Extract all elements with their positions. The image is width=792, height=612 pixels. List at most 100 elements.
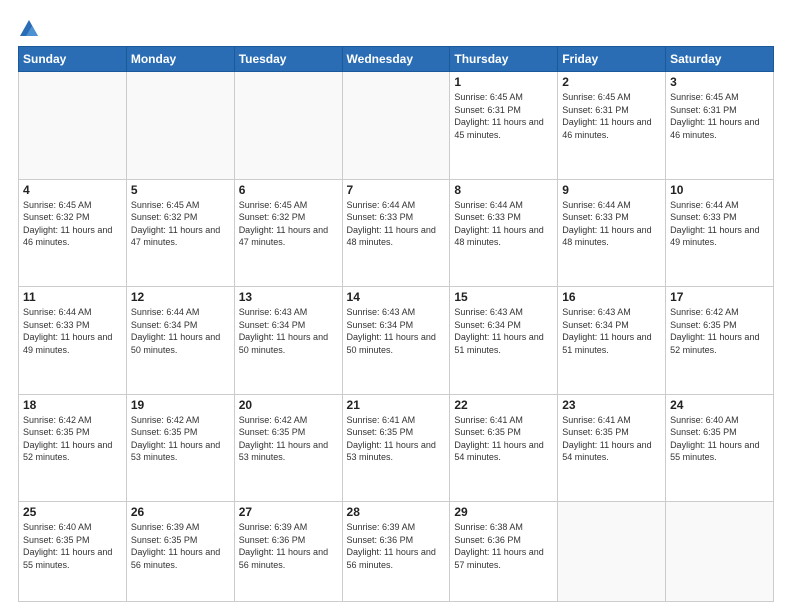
weekday-header-tuesday: Tuesday [234,47,342,72]
day-info: Sunrise: 6:41 AM Sunset: 6:35 PM Dayligh… [347,414,446,464]
day-info: Sunrise: 6:45 AM Sunset: 6:32 PM Dayligh… [23,199,122,249]
logo [18,16,44,40]
day-cell: 2 Sunrise: 6:45 AM Sunset: 6:31 PM Daylig… [558,72,666,180]
day-info: Sunrise: 6:45 AM Sunset: 6:31 PM Dayligh… [562,91,661,141]
day-number: 23 [562,398,661,412]
day-cell: 6 Sunrise: 6:45 AM Sunset: 6:32 PM Daylig… [234,179,342,287]
page: SundayMondayTuesdayWednesdayThursdayFrid… [0,0,792,612]
day-cell: 11 Sunrise: 6:44 AM Sunset: 6:33 PM Dayli… [19,287,127,395]
day-number: 20 [239,398,338,412]
logo-icon [18,18,40,40]
day-cell: 17 Sunrise: 6:42 AM Sunset: 6:35 PM Dayli… [666,287,774,395]
day-cell: 4 Sunrise: 6:45 AM Sunset: 6:32 PM Daylig… [19,179,127,287]
day-info: Sunrise: 6:43 AM Sunset: 6:34 PM Dayligh… [454,306,553,356]
day-number: 17 [670,290,769,304]
day-number: 4 [23,183,122,197]
day-cell: 10Sunrise: 6:44 AM Sunset: 6:33 PM Dayli… [666,179,774,287]
day-info: Sunrise: 6:40 AM Sunset: 6:35 PM Dayligh… [670,414,769,464]
day-info: Sunrise: 6:44 AM Sunset: 6:33 PM Dayligh… [562,199,661,249]
day-info: Sunrise: 6:44 AM Sunset: 6:33 PM Dayligh… [23,306,122,356]
day-cell: 29 Sunrise: 6:38 AM Sunset: 6:36 PM Dayli… [450,502,558,602]
day-info: Sunrise: 6:43 AM Sunset: 6:34 PM Dayligh… [562,306,661,356]
day-cell: 3 Sunrise: 6:45 AM Sunset: 6:31 PM Daylig… [666,72,774,180]
day-info: Sunrise: 6:44 AM Sunset: 6:33 PM Dayligh… [454,199,553,249]
day-number: 3 [670,75,769,89]
day-info: Sunrise: 6:45 AM Sunset: 6:31 PM Dayligh… [670,91,769,141]
day-info: Sunrise: 6:42 AM Sunset: 6:35 PM Dayligh… [131,414,230,464]
day-cell: 16 Sunrise: 6:43 AM Sunset: 6:34 PM Dayli… [558,287,666,395]
day-number: 9 [562,183,661,197]
day-info: Sunrise: 6:39 AM Sunset: 6:35 PM Dayligh… [131,521,230,571]
day-cell: 9 Sunrise: 6:44 AM Sunset: 6:33 PM Daylig… [558,179,666,287]
day-cell: 27 Sunrise: 6:39 AM Sunset: 6:36 PM Dayli… [234,502,342,602]
day-cell: 25Sunrise: 6:40 AM Sunset: 6:35 PM Dayli… [19,502,127,602]
week-row-4: 25Sunrise: 6:40 AM Sunset: 6:35 PM Dayli… [19,502,774,602]
day-cell: 22 Sunrise: 6:41 AM Sunset: 6:35 PM Dayli… [450,394,558,502]
day-info: Sunrise: 6:42 AM Sunset: 6:35 PM Dayligh… [670,306,769,356]
day-number: 6 [239,183,338,197]
day-cell: 24 Sunrise: 6:40 AM Sunset: 6:35 PM Dayli… [666,394,774,502]
weekday-header-thursday: Thursday [450,47,558,72]
day-number: 22 [454,398,553,412]
day-number: 15 [454,290,553,304]
day-number: 24 [670,398,769,412]
day-cell: 20 Sunrise: 6:42 AM Sunset: 6:35 PM Dayli… [234,394,342,502]
day-info: Sunrise: 6:42 AM Sunset: 6:35 PM Dayligh… [239,414,338,464]
day-number: 10 [670,183,769,197]
day-cell [19,72,127,180]
weekday-header-wednesday: Wednesday [342,47,450,72]
day-number: 26 [131,505,230,519]
day-info: Sunrise: 6:44 AM Sunset: 6:33 PM Dayligh… [347,199,446,249]
day-cell: 5 Sunrise: 6:45 AM Sunset: 6:32 PM Daylig… [126,179,234,287]
day-cell: 18Sunrise: 6:42 AM Sunset: 6:35 PM Dayli… [19,394,127,502]
day-info: Sunrise: 6:39 AM Sunset: 6:36 PM Dayligh… [239,521,338,571]
day-cell: 8 Sunrise: 6:44 AM Sunset: 6:33 PM Daylig… [450,179,558,287]
day-cell [342,72,450,180]
day-info: Sunrise: 6:42 AM Sunset: 6:35 PM Dayligh… [23,414,122,464]
day-cell: 28 Sunrise: 6:39 AM Sunset: 6:36 PM Dayli… [342,502,450,602]
day-cell: 1 Sunrise: 6:45 AM Sunset: 6:31 PM Daylig… [450,72,558,180]
day-number: 11 [23,290,122,304]
day-info: Sunrise: 6:45 AM Sunset: 6:32 PM Dayligh… [131,199,230,249]
weekday-header-friday: Friday [558,47,666,72]
day-info: Sunrise: 6:44 AM Sunset: 6:34 PM Dayligh… [131,306,230,356]
week-row-0: 1 Sunrise: 6:45 AM Sunset: 6:31 PM Daylig… [19,72,774,180]
day-cell: 13 Sunrise: 6:43 AM Sunset: 6:34 PM Dayli… [234,287,342,395]
day-info: Sunrise: 6:45 AM Sunset: 6:32 PM Dayligh… [239,199,338,249]
day-number: 13 [239,290,338,304]
day-cell: 14Sunrise: 6:43 AM Sunset: 6:34 PM Dayli… [342,287,450,395]
day-info: Sunrise: 6:45 AM Sunset: 6:31 PM Dayligh… [454,91,553,141]
day-cell [234,72,342,180]
weekday-header-monday: Monday [126,47,234,72]
day-number: 21 [347,398,446,412]
calendar-table: SundayMondayTuesdayWednesdayThursdayFrid… [18,46,774,602]
day-number: 28 [347,505,446,519]
day-cell: 23 Sunrise: 6:41 AM Sunset: 6:35 PM Dayli… [558,394,666,502]
day-cell: 19 Sunrise: 6:42 AM Sunset: 6:35 PM Dayli… [126,394,234,502]
day-info: Sunrise: 6:41 AM Sunset: 6:35 PM Dayligh… [454,414,553,464]
day-info: Sunrise: 6:38 AM Sunset: 6:36 PM Dayligh… [454,521,553,571]
header [18,16,774,40]
day-info: Sunrise: 6:43 AM Sunset: 6:34 PM Dayligh… [239,306,338,356]
day-cell [126,72,234,180]
day-cell: 15 Sunrise: 6:43 AM Sunset: 6:34 PM Dayli… [450,287,558,395]
day-number: 14 [347,290,446,304]
weekday-header-row: SundayMondayTuesdayWednesdayThursdayFrid… [19,47,774,72]
day-number: 5 [131,183,230,197]
week-row-2: 11 Sunrise: 6:44 AM Sunset: 6:33 PM Dayli… [19,287,774,395]
day-cell [666,502,774,602]
day-info: Sunrise: 6:41 AM Sunset: 6:35 PM Dayligh… [562,414,661,464]
day-number: 29 [454,505,553,519]
day-number: 16 [562,290,661,304]
day-number: 8 [454,183,553,197]
day-cell: 21 Sunrise: 6:41 AM Sunset: 6:35 PM Dayli… [342,394,450,502]
day-cell: 7Sunrise: 6:44 AM Sunset: 6:33 PM Daylig… [342,179,450,287]
day-number: 27 [239,505,338,519]
day-number: 19 [131,398,230,412]
day-cell: 26 Sunrise: 6:39 AM Sunset: 6:35 PM Dayli… [126,502,234,602]
week-row-3: 18Sunrise: 6:42 AM Sunset: 6:35 PM Dayli… [19,394,774,502]
day-info: Sunrise: 6:39 AM Sunset: 6:36 PM Dayligh… [347,521,446,571]
weekday-header-saturday: Saturday [666,47,774,72]
day-number: 1 [454,75,553,89]
day-number: 2 [562,75,661,89]
